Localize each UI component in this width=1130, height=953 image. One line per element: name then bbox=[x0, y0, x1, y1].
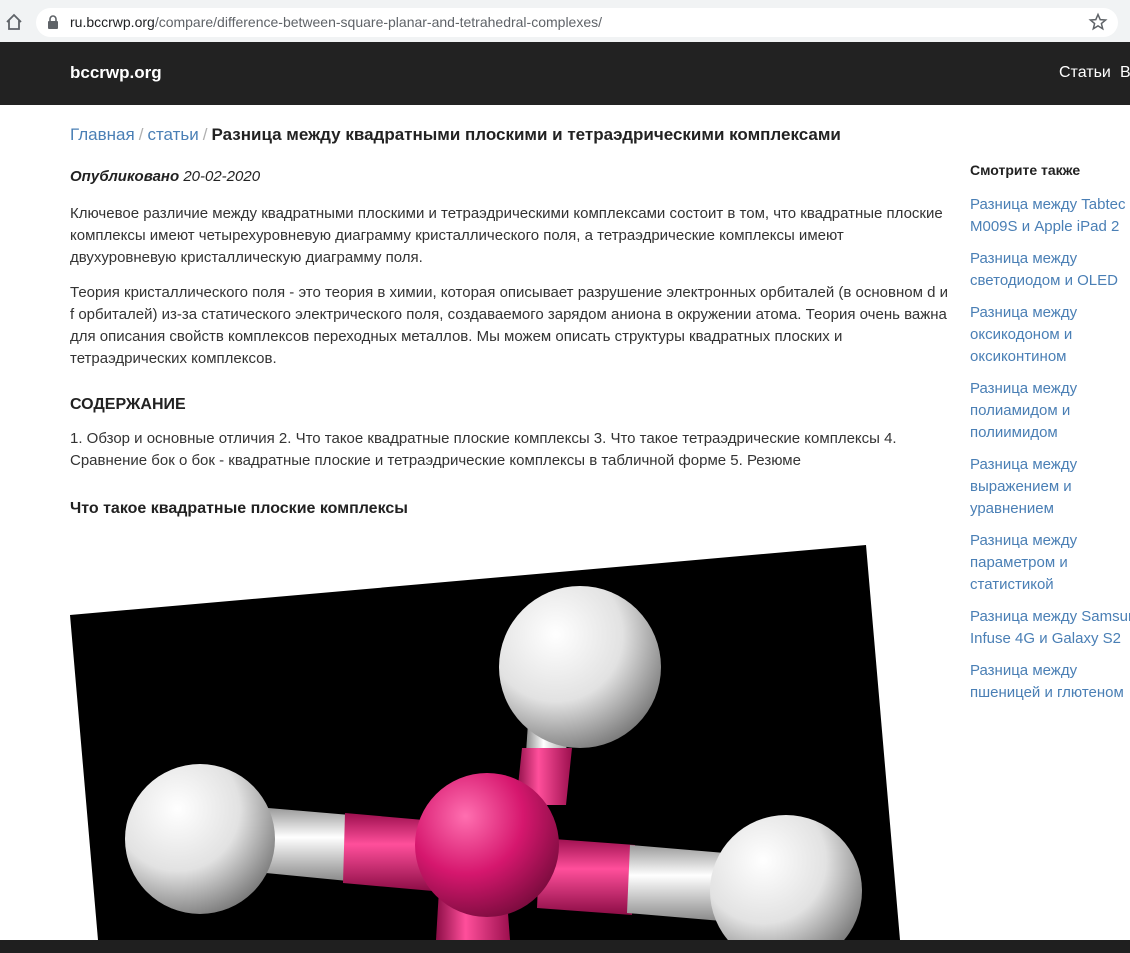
list-item: Разница между Samsung Infuse 4G и Galaxy… bbox=[970, 606, 1130, 650]
see-also-list: Разница между Tabtec M009S и Apple iPad … bbox=[970, 194, 1130, 704]
url-host: ru.bccrwp.org bbox=[70, 14, 155, 30]
sidebar: Смотрите также Разница между Tabtec M009… bbox=[970, 162, 1130, 714]
breadcrumb-separator: / bbox=[202, 125, 208, 144]
breadcrumb-articles-link[interactable]: статьи bbox=[147, 125, 198, 144]
nav-link-cut[interactable]: В bbox=[1120, 64, 1130, 82]
url-path: /compare/difference-between-square-plana… bbox=[154, 14, 603, 30]
taskbar-edge bbox=[0, 940, 1130, 953]
site-brand[interactable]: bccrwp.org bbox=[70, 63, 162, 83]
see-also-link[interactable]: Разница между полиамидом и полиимидом bbox=[970, 378, 1130, 444]
list-item: Разница между параметром и статистикой bbox=[970, 530, 1130, 596]
see-also-link[interactable]: Разница между Samsung Infuse 4G и Galaxy… bbox=[970, 606, 1130, 650]
breadcrumb-separator: / bbox=[138, 125, 144, 144]
site-header: bccrwp.org Статьи В bbox=[0, 42, 1130, 105]
article-paragraph-2: Теория кристаллического поля - это теори… bbox=[70, 284, 948, 367]
list-item: Разница между оксикодоном и оксиконтином bbox=[970, 302, 1130, 368]
sidebar-title: Смотрите также bbox=[970, 162, 1081, 178]
list-item: Разница между выражением и уравнением bbox=[970, 454, 1130, 520]
see-also-link[interactable]: Разница между выражением и уравнением bbox=[970, 454, 1130, 520]
published-label: Опубликовано bbox=[70, 168, 180, 185]
home-icon[interactable] bbox=[4, 12, 24, 32]
see-also-link[interactable]: Разница между пшеницей и глютеном bbox=[970, 660, 1130, 704]
published-line: Опубликовано 20-02-2020 bbox=[70, 168, 950, 185]
url-text: ru.bccrwp.org/compare/difference-between… bbox=[70, 14, 602, 30]
see-also-link[interactable]: Разница между Tabtec M009S и Apple iPad … bbox=[970, 194, 1130, 238]
see-also-link[interactable]: Разница между параметром и статистикой bbox=[970, 530, 1130, 596]
central-metal-atom bbox=[415, 773, 559, 917]
bookmark-star-icon[interactable] bbox=[1088, 12, 1108, 32]
toc-list: 1. Обзор и основные отличия 2. Что такое… bbox=[70, 430, 897, 469]
article-paragraph-1: Ключевое различие между квадратными плос… bbox=[70, 205, 943, 266]
toc-heading: СОДЕРЖАНИЕ bbox=[70, 396, 186, 413]
breadcrumb-home-link[interactable]: Главная bbox=[70, 125, 135, 144]
browser-toolbar: ru.bccrwp.org/compare/difference-between… bbox=[0, 0, 1130, 42]
section-heading: Что такое квадратные плоские комплексы bbox=[70, 500, 408, 517]
lock-icon[interactable] bbox=[46, 14, 60, 30]
breadcrumb: Главная / статьи / Разница между квадратными… bbox=[70, 125, 841, 145]
nav-articles-link[interactable]: Статьи bbox=[1059, 64, 1111, 82]
list-item: Разница между светодиодом и OLED bbox=[970, 248, 1130, 292]
address-bar[interactable]: ru.bccrwp.org/compare/difference-between… bbox=[36, 8, 1118, 37]
square-planar-molecule-image bbox=[70, 545, 900, 940]
page-title: Разница между квадратными плоскими и тет… bbox=[211, 125, 841, 144]
article-content: Опубликовано 20-02-2020 Ключевое различи… bbox=[70, 160, 950, 518]
list-item: Разница между полиамидом и полиимидом bbox=[970, 378, 1130, 444]
published-date: 20-02-2020 bbox=[183, 168, 261, 185]
see-also-link[interactable]: Разница между оксикодоном и оксиконтином bbox=[970, 302, 1130, 368]
list-item: Разница между пшеницей и глютеном bbox=[970, 660, 1130, 704]
ligand-atom-top bbox=[499, 586, 661, 748]
list-item: Разница между Tabtec M009S и Apple iPad … bbox=[970, 194, 1130, 238]
ligand-atom-left bbox=[125, 764, 275, 914]
see-also-link[interactable]: Разница между светодиодом и OLED bbox=[970, 248, 1130, 292]
